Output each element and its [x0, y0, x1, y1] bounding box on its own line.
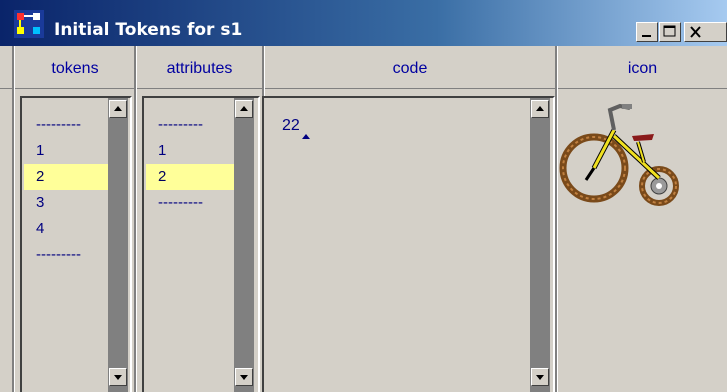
- minimize-button[interactable]: [636, 22, 658, 42]
- scroll-down-button[interactable]: [235, 368, 253, 386]
- scroll-down-button[interactable]: [531, 368, 549, 386]
- maximize-icon: [663, 25, 676, 37]
- scroll-up-button[interactable]: [531, 100, 549, 118]
- list-item[interactable]: 3: [24, 190, 114, 216]
- header-attributes[interactable]: attributes: [137, 54, 262, 84]
- arrow-down-icon: [536, 375, 544, 380]
- close-button[interactable]: [684, 22, 727, 42]
- list-item[interactable]: ---------: [24, 242, 114, 268]
- list-item-selected[interactable]: 2: [24, 164, 114, 190]
- list-item[interactable]: 1: [24, 138, 114, 164]
- column-separator: [12, 46, 15, 392]
- code-textarea[interactable]: 22: [262, 96, 555, 392]
- close-icon: [690, 26, 701, 38]
- column-header-row: tokens attributes code icon: [0, 46, 727, 89]
- column-separator: [134, 46, 137, 392]
- title-bar[interactable]: Initial Tokens for s1: [0, 0, 727, 46]
- code-text[interactable]: 22: [282, 116, 300, 136]
- app-icon: [14, 10, 44, 38]
- attributes-list: --------- 1 2 ---------: [146, 112, 234, 216]
- list-item[interactable]: 1: [146, 138, 234, 164]
- maximize-button[interactable]: [659, 22, 681, 42]
- scroll-up-button[interactable]: [109, 100, 127, 118]
- header-icon[interactable]: icon: [558, 54, 727, 84]
- tricycle-icon: [559, 103, 679, 206]
- code-scrollbar[interactable]: [530, 98, 550, 392]
- arrow-down-icon: [114, 375, 122, 380]
- text-cursor-icon: [302, 134, 310, 139]
- scroll-up-button[interactable]: [235, 100, 253, 118]
- attributes-listbox[interactable]: --------- 1 2 ---------: [142, 96, 260, 392]
- scroll-down-button[interactable]: [109, 368, 127, 386]
- header-code[interactable]: code: [265, 54, 555, 84]
- arrow-up-icon: [240, 106, 248, 111]
- tokens-scrollbar[interactable]: [108, 98, 128, 392]
- list-item[interactable]: ---------: [146, 190, 234, 216]
- list-item[interactable]: ---------: [24, 112, 114, 138]
- list-item[interactable]: ---------: [146, 112, 234, 138]
- minimize-icon: [642, 35, 651, 37]
- arrow-down-icon: [240, 375, 248, 380]
- tokens-listbox[interactable]: --------- 1 2 3 4 ---------: [20, 96, 132, 392]
- arrow-up-icon: [114, 106, 122, 111]
- list-item[interactable]: 4: [24, 216, 114, 242]
- window-title: Initial Tokens for s1: [54, 20, 243, 40]
- tokens-list: --------- 1 2 3 4 ---------: [24, 112, 114, 268]
- arrow-up-icon: [536, 106, 544, 111]
- initial-tokens-window: Initial Tokens for s1 tokens attributes …: [0, 0, 727, 392]
- attributes-scrollbar[interactable]: [234, 98, 254, 392]
- header-tokens[interactable]: tokens: [16, 54, 134, 84]
- list-item-selected[interactable]: 2: [146, 164, 234, 190]
